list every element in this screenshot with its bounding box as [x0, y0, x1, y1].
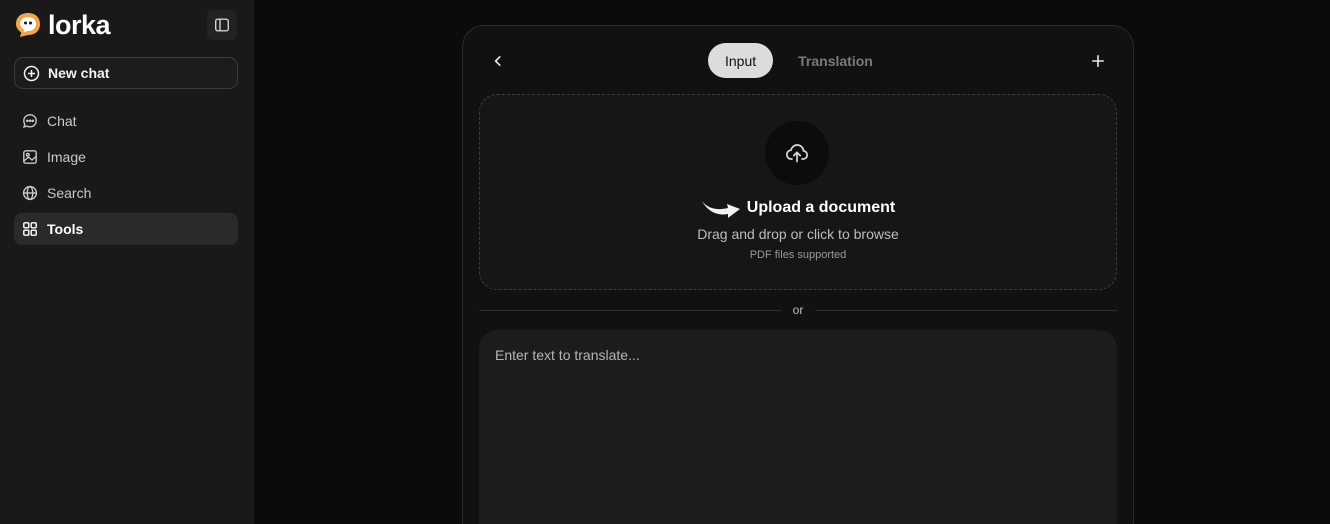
sidebar-item-tools[interactable]: Tools: [14, 213, 238, 245]
chevron-left-icon: [494, 56, 501, 66]
image-icon: [23, 150, 37, 164]
sidebar-collapse-button[interactable]: [207, 10, 237, 40]
divider-line: [479, 309, 781, 311]
upload-note: PDF files supported: [749, 249, 847, 261]
sidebar-nav: Chat Image Search Tools: [14, 105, 238, 249]
sidebar-item-label: Search: [47, 185, 92, 201]
plus-circle-icon: [23, 65, 40, 81]
upload-title: Upload a document: [746, 199, 896, 216]
divider-line: [815, 309, 1118, 311]
brand[interactable]: lorka: [14, 10, 111, 40]
upload-icon-circle: [765, 121, 829, 185]
upload-subtitle: Drag and drop or click to browse: [697, 226, 899, 242]
sidebar-item-label: Chat: [47, 113, 77, 129]
tab-input[interactable]: Input: [708, 43, 774, 78]
sidebar-toggle-icon: [215, 18, 230, 32]
new-chat-button[interactable]: New chat: [14, 57, 238, 89]
sidebar-item-search[interactable]: Search: [14, 177, 238, 209]
globe-icon: [22, 185, 38, 201]
divider-text: or: [792, 303, 804, 317]
new-chat-label: New chat: [48, 65, 110, 81]
sidebar-item-label: Image: [47, 149, 86, 165]
arrow-right-icon: [701, 201, 740, 218]
translate-text-input[interactable]: [479, 330, 1117, 524]
sidebar: lorka New chat Chat Image Search Tools: [0, 0, 254, 524]
lorka-logo-icon: [16, 13, 40, 37]
tab-translation[interactable]: Translation: [781, 43, 891, 78]
add-button[interactable]: [1085, 48, 1111, 74]
grid-icon: [23, 222, 37, 236]
sidebar-item-image[interactable]: Image: [14, 141, 238, 173]
chat-bubble-icon: [22, 114, 37, 129]
cloud-upload-icon: [785, 144, 809, 163]
translation-panel: Input Translation Upload a document Drag…: [462, 25, 1134, 524]
or-divider: or: [479, 302, 1118, 318]
plus-icon: [1091, 54, 1104, 67]
back-button[interactable]: [485, 48, 511, 74]
upload-title-row: Upload a document: [480, 196, 1116, 220]
sidebar-item-chat[interactable]: Chat: [14, 105, 238, 137]
upload-dropzone[interactable]: Upload a document Drag and drop or click…: [479, 94, 1117, 290]
tab-bar: Input Translation: [708, 43, 891, 78]
brand-name: lorka: [48, 10, 111, 40]
sidebar-item-label: Tools: [47, 221, 84, 237]
